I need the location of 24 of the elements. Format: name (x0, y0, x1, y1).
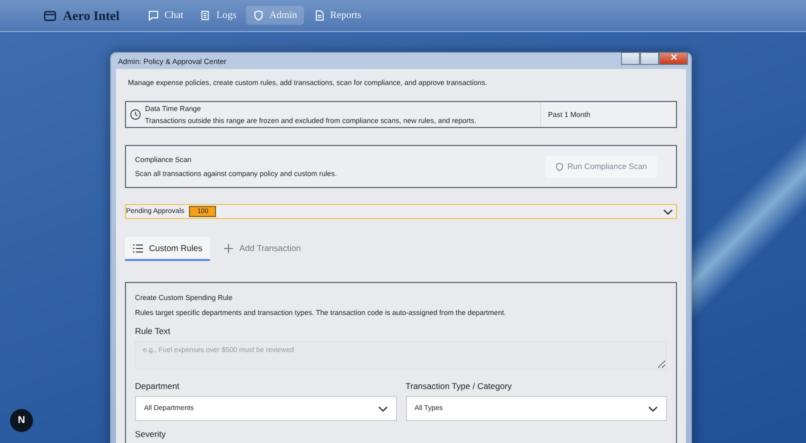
scroll-icon (200, 10, 212, 21)
chat-icon (148, 10, 160, 21)
tab[interactable]: Custom Rules (125, 237, 210, 261)
clock-icon (130, 109, 141, 120)
card-icon (44, 10, 56, 20)
minimize-button[interactable] (621, 52, 640, 64)
tab[interactable]: Add Transaction (216, 237, 309, 261)
dev-badge[interactable]: N (10, 409, 33, 432)
document-icon (314, 10, 326, 21)
chevron-down-icon (663, 208, 673, 214)
maximize-button[interactable] (640, 52, 659, 64)
shield-icon (253, 10, 264, 21)
chevron-down-icon (648, 406, 658, 412)
list-icon (133, 244, 143, 252)
close-button[interactable] (659, 52, 688, 64)
app-title: Aero Intel (63, 8, 120, 24)
chevron-down-icon (378, 406, 388, 412)
plus-icon (224, 244, 234, 252)
shield-icon (555, 162, 564, 172)
field-label: Transaction Type / Category (406, 381, 513, 391)
field-label: Severity (135, 429, 167, 439)
field-label: Department (135, 381, 180, 391)
close-icon (670, 54, 676, 60)
field-label: Rule Text (135, 326, 172, 336)
